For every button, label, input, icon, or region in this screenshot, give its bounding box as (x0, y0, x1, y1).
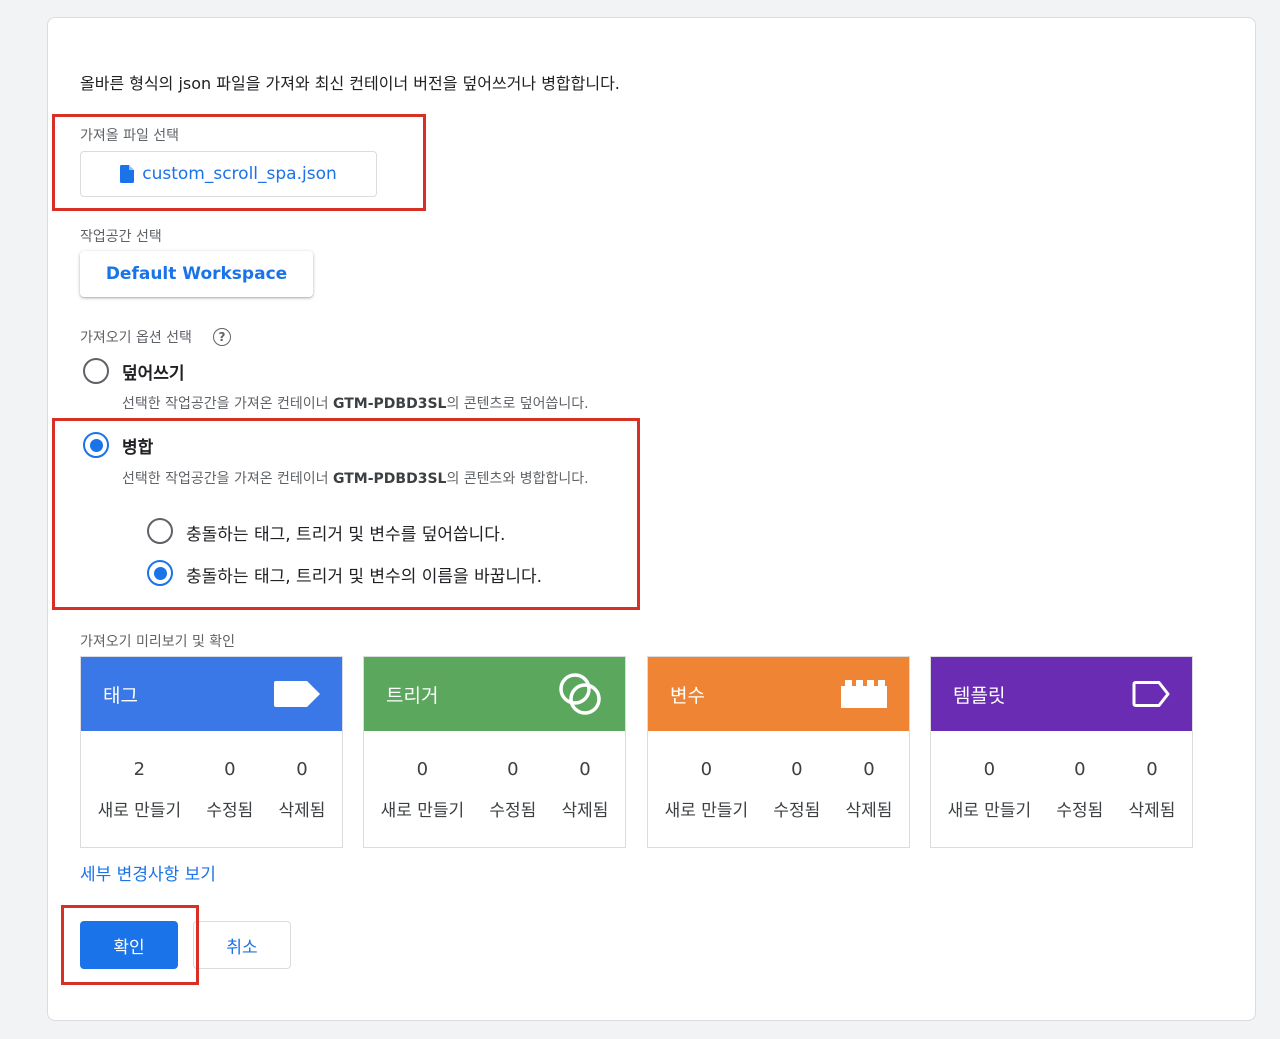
stat-label: 새로 만들기 (97, 801, 182, 821)
overwrite-container-id: GTM-PDBD3SL (333, 396, 447, 412)
workspace-select-button[interactable]: Default Workspace (80, 251, 313, 297)
tile-templates: 템플릿 0 새로 만들기 0 수정됨 0 삭제됨 (930, 656, 1193, 848)
stat-value: 0 (224, 759, 236, 780)
stat-value: 0 (1074, 759, 1086, 780)
tile-header: 트리거 (364, 657, 625, 731)
tile-stats: 0 새로 만들기 0 수정됨 0 삭제됨 (931, 731, 1192, 821)
stat-value: 2 (133, 759, 146, 780)
help-icon[interactable]: ? (213, 328, 231, 346)
import-options-label: 가져오기 옵션 선택 (80, 330, 192, 346)
stat-label: 수정됨 (489, 801, 537, 821)
tile-header: 태그 (81, 657, 342, 731)
overwrite-desc-text: 선택한 작업공간을 가져온 컨테이너 (122, 396, 333, 412)
stat-label: 수정됨 (1056, 801, 1104, 821)
stat-new: 0 새로 만들기 (665, 731, 749, 821)
stat-modified: 0 수정됨 (206, 731, 253, 821)
highlight-box-merge (52, 418, 640, 610)
stat-deleted: 0 삭제됨 (845, 731, 892, 821)
stat-new: 0 새로 만들기 (948, 731, 1032, 821)
view-details-link[interactable]: 세부 변경사항 보기 (80, 860, 216, 885)
tile-stats: 2 새로 만들기 0 수정됨 0 삭제됨 (81, 731, 342, 821)
stat-value: 0 (791, 759, 803, 780)
stat-label: 삭제됨 (1128, 801, 1176, 821)
tile-title: 템플릿 (953, 684, 1006, 707)
highlight-box-confirm (61, 905, 199, 985)
stat-value: 0 (296, 759, 308, 780)
stat-label: 삭제됨 (561, 801, 609, 821)
stat-deleted: 0 삭제됨 (1128, 731, 1175, 821)
tile-stats: 0 새로 만들기 0 수정됨 0 삭제됨 (648, 731, 909, 821)
overwrite-description: 선택한 작업공간을 가져온 컨테이너 GTM-PDBD3SL의 콘텐츠로 덮어씁… (122, 393, 589, 413)
stat-new: 0 새로 만들기 (381, 731, 465, 821)
stat-label: 새로 만들기 (664, 801, 749, 821)
overwrite-desc-suffix: 의 콘텐츠로 덮어씁니다. (446, 396, 589, 412)
overwrite-title: 덮어쓰기 (122, 364, 185, 384)
stat-modified: 0 수정됨 (773, 731, 820, 821)
tile-triggers: 트리거 0 새로 만들기 0 수정됨 0 삭제됨 (363, 656, 626, 848)
tile-variables: 변수 0 새로 만들기 0 수정됨 0 삭제됨 (647, 656, 910, 848)
stat-value: 0 (507, 759, 519, 780)
intro-text: 올바른 형식의 json 파일을 가져와 최신 컨테이너 버전을 덮어쓰거나 병… (80, 74, 620, 93)
stat-value: 0 (416, 759, 429, 780)
preview-label: 가져오기 미리보기 및 확인 (80, 634, 236, 650)
tile-title: 변수 (670, 684, 705, 707)
overwrite-radio[interactable] (83, 358, 109, 384)
stat-value: 0 (1146, 759, 1158, 780)
stat-deleted: 0 삭제됨 (278, 731, 325, 821)
tile-tags: 태그 2 새로 만들기 0 수정됨 0 삭제됨 (80, 656, 343, 848)
template-icon (1132, 681, 1170, 707)
tile-header: 템플릿 (931, 657, 1192, 731)
stat-label: 수정됨 (773, 801, 821, 821)
stat-modified: 0 수정됨 (1056, 731, 1103, 821)
tile-header: 변수 (648, 657, 909, 731)
highlight-box-file (52, 114, 426, 211)
stat-value: 0 (700, 759, 713, 780)
variable-icon (841, 680, 887, 708)
tile-title: 트리거 (386, 684, 439, 707)
stat-modified: 0 수정됨 (489, 731, 536, 821)
stat-label: 삭제됨 (278, 801, 326, 821)
stat-value: 0 (983, 759, 996, 780)
trigger-icon (559, 673, 601, 715)
workspace-select-label: 작업공간 선택 (80, 229, 162, 245)
tag-icon (274, 681, 320, 707)
tile-title: 태그 (103, 684, 138, 707)
cancel-button[interactable]: 취소 (193, 921, 291, 969)
stat-deleted: 0 삭제됨 (561, 731, 608, 821)
stat-new: 2 새로 만들기 (98, 731, 182, 821)
stat-label: 새로 만들기 (947, 801, 1032, 821)
stat-value: 0 (863, 759, 875, 780)
tile-stats: 0 새로 만들기 0 수정됨 0 삭제됨 (364, 731, 625, 821)
stat-label: 수정됨 (206, 801, 254, 821)
stat-label: 새로 만들기 (380, 801, 465, 821)
stat-value: 0 (579, 759, 591, 780)
stat-label: 삭제됨 (845, 801, 893, 821)
